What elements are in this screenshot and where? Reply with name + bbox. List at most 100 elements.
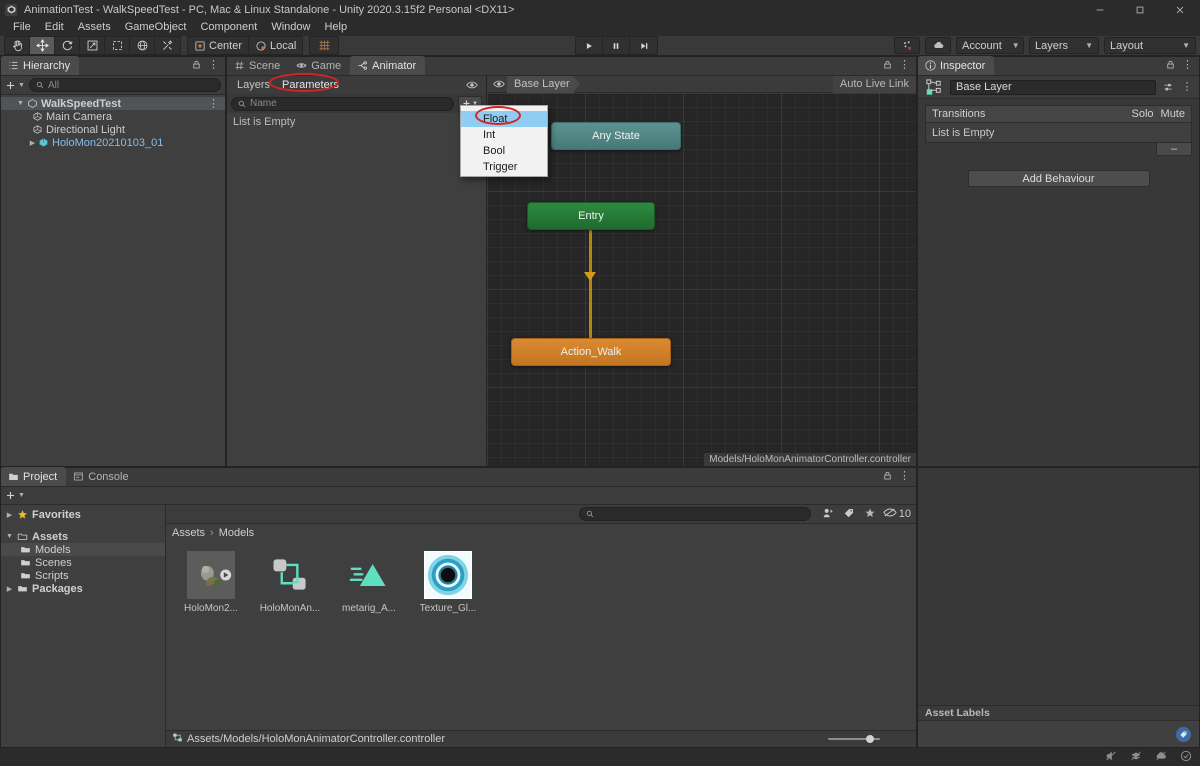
expand-arrow-icon[interactable]: ▶: [4, 585, 15, 593]
rotate-tool-button[interactable]: [55, 37, 80, 54]
tab-console[interactable]: Console: [66, 467, 137, 486]
asset-item-holomon-model[interactable]: HoloMon2...: [180, 551, 242, 614]
asset-item-eye-texture[interactable]: Texture_Gl...: [417, 551, 479, 614]
animator-graph-canvas[interactable]: Any State Entry Action_Walk Models/HoloM…: [487, 93, 916, 466]
mute-audio-icon[interactable]: [1105, 750, 1117, 765]
tab-parameters[interactable]: Parameters: [276, 76, 345, 94]
lock-icon[interactable]: [191, 59, 202, 73]
account-dropdown[interactable]: Account ▼: [956, 37, 1024, 54]
hierarchy-item-directional-light[interactable]: Directional Light: [1, 123, 225, 136]
menu-gameobject[interactable]: GameObject: [118, 19, 194, 36]
layer-visibility-icon[interactable]: [466, 79, 478, 91]
hand-tool-button[interactable]: [5, 37, 30, 54]
expand-arrow-icon[interactable]: ▶: [4, 511, 15, 519]
animator-menu-icon[interactable]: ⋮: [899, 60, 910, 71]
tab-layers[interactable]: Layers: [231, 76, 276, 94]
project-tree-favorites[interactable]: ▶ Favorites: [1, 508, 165, 521]
breadcrumb-models[interactable]: Models: [219, 527, 254, 539]
auto-live-link-button[interactable]: Auto Live Link: [832, 75, 916, 93]
project-tree-assets[interactable]: ▼ Assets: [1, 530, 165, 543]
graph-visibility-icon[interactable]: [491, 78, 507, 90]
collab-icon[interactable]: [1130, 750, 1142, 765]
asset-label-tag-icon[interactable]: [1176, 727, 1191, 742]
hierarchy-search-input[interactable]: All: [28, 78, 221, 92]
transition-edge-entry-to-action-walk[interactable]: [589, 230, 592, 339]
project-add-button[interactable]: ▼: [5, 490, 25, 501]
check-circle-icon[interactable]: [1180, 750, 1192, 765]
cloud-off-icon[interactable]: [1155, 750, 1167, 765]
state-node-entry[interactable]: Entry: [527, 202, 655, 230]
lock-icon[interactable]: [1165, 59, 1176, 73]
asset-item-animator-controller[interactable]: HoloMonAn...: [259, 551, 321, 614]
lock-icon[interactable]: [882, 59, 893, 73]
menu-assets[interactable]: Assets: [71, 19, 118, 36]
favorite-star-icon[interactable]: [864, 507, 876, 522]
hierarchy-item-walkspeedtest[interactable]: ▼ WalkSpeedTest ⋮: [1, 97, 225, 110]
menu-item-bool[interactable]: Bool: [461, 143, 547, 159]
pause-button[interactable]: [603, 37, 631, 54]
menu-help[interactable]: Help: [317, 19, 354, 36]
asset-item-animation-clip[interactable]: metarig_A...: [338, 551, 400, 614]
tab-inspector[interactable]: Inspector: [918, 56, 995, 75]
move-tool-button[interactable]: [30, 37, 55, 54]
scale-tool-button[interactable]: [80, 37, 105, 54]
hierarchy-item-holomon[interactable]: ▶ HoloMon20210103_01: [1, 136, 225, 149]
parameter-search-input[interactable]: Name: [231, 96, 454, 111]
close-button[interactable]: [1160, 0, 1200, 19]
menu-item-float[interactable]: Float: [461, 111, 547, 127]
state-node-action-walk[interactable]: Action_Walk: [511, 338, 671, 366]
remove-transition-button[interactable]: –: [1156, 142, 1192, 156]
hierarchy-menu-icon[interactable]: ⋮: [208, 60, 219, 71]
layers-dropdown[interactable]: Layers ▼: [1029, 37, 1099, 54]
project-search-input[interactable]: [578, 507, 811, 521]
cloud-button[interactable]: [925, 37, 951, 54]
project-tree-models[interactable]: Models: [1, 543, 165, 556]
search-by-label-icon[interactable]: [843, 507, 855, 522]
tab-hierarchy[interactable]: Hierarchy: [1, 56, 80, 75]
rect-tool-button[interactable]: [105, 37, 130, 54]
play-button[interactable]: [576, 37, 604, 54]
project-tree-scripts[interactable]: Scripts: [1, 569, 165, 582]
hierarchy-item-main-camera[interactable]: Main Camera: [1, 110, 225, 123]
expand-arrow-icon[interactable]: ▶: [28, 139, 37, 147]
breadcrumb-assets[interactable]: Assets: [172, 527, 205, 539]
hierarchy-add-button[interactable]: ▼: [5, 80, 25, 91]
thumbnail-zoom-slider[interactable]: [828, 734, 880, 745]
project-menu-icon[interactable]: ⋮: [899, 471, 910, 482]
lock-icon[interactable]: [882, 470, 893, 484]
tab-project[interactable]: Project: [1, 467, 67, 486]
grid-snap-icon[interactable]: [310, 37, 338, 54]
project-tree-scenes[interactable]: Scenes: [1, 556, 165, 569]
menu-file[interactable]: File: [6, 19, 38, 36]
breadcrumb-base-layer[interactable]: Base Layer: [507, 75, 574, 93]
tab-scene[interactable]: Scene: [227, 56, 289, 75]
transform-tool-button[interactable]: [130, 37, 155, 54]
search-by-type-icon[interactable]: [822, 507, 834, 522]
expand-arrow-icon[interactable]: ▼: [4, 533, 15, 540]
slider-knob[interactable]: [866, 735, 874, 743]
maximize-button[interactable]: [1120, 0, 1160, 19]
menu-window[interactable]: Window: [264, 19, 317, 36]
expand-arrow-icon[interactable]: ▼: [15, 100, 26, 107]
preset-icon[interactable]: [1161, 82, 1175, 93]
collab-button[interactable]: [894, 37, 920, 54]
pivot-mode-button[interactable]: Center: [188, 37, 250, 54]
tab-game[interactable]: Game: [289, 56, 350, 75]
menu-item-trigger[interactable]: Trigger: [461, 159, 547, 175]
space-mode-button[interactable]: Local: [249, 37, 302, 54]
layout-dropdown[interactable]: Layout ▼: [1104, 37, 1196, 54]
menu-edit[interactable]: Edit: [38, 19, 71, 36]
layer-name-field[interactable]: Base Layer: [950, 79, 1156, 95]
step-button[interactable]: [630, 37, 657, 54]
custom-tool-button[interactable]: [155, 37, 180, 54]
menu-item-int[interactable]: Int: [461, 127, 547, 143]
state-node-any-state[interactable]: Any State: [551, 122, 681, 150]
component-menu-icon[interactable]: ⋮: [1180, 81, 1194, 93]
tab-animator[interactable]: Animator: [350, 56, 426, 75]
minimize-button[interactable]: [1080, 0, 1120, 19]
parameter-type-dropdown-menu[interactable]: Float Int Bool Trigger: [460, 105, 548, 177]
project-tree-packages[interactable]: ▶ Packages: [1, 582, 165, 595]
add-behaviour-button[interactable]: Add Behaviour: [967, 170, 1150, 187]
menu-component[interactable]: Component: [193, 19, 264, 36]
inspector-menu-icon[interactable]: ⋮: [1182, 60, 1193, 71]
